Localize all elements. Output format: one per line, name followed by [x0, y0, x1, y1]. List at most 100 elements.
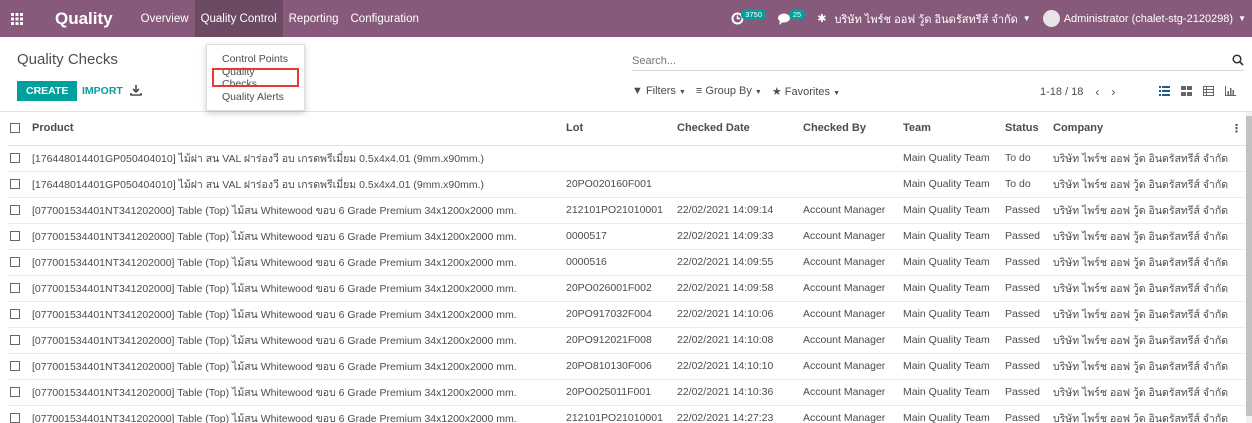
cell-lot: 0000517 [566, 222, 677, 249]
list-view-icon[interactable] [1153, 81, 1175, 101]
search-input[interactable] [632, 49, 1212, 67]
import-button[interactable]: IMPORT [82, 81, 123, 101]
filters-label: Filters [645, 85, 676, 97]
table-row[interactable]: [077001534401NT341202000] Table (Top) ไม… [8, 378, 1248, 405]
scrollbar-thumb[interactable] [1246, 116, 1252, 416]
search-icon[interactable] [1232, 54, 1244, 66]
column-header-team[interactable]: Team [903, 112, 1005, 146]
table-row[interactable]: [077001534401NT341202000] Table (Top) ไม… [8, 248, 1248, 275]
cell-product: [176448014401GP050404010] ไม้ฝา สน VAL ฝ… [32, 144, 566, 171]
row-checkbox[interactable] [8, 170, 32, 197]
cell-lot: 212101PO21010001 [566, 404, 677, 423]
dropdown-item-quality-checks[interactable]: Quality Checks [212, 66, 299, 90]
caret-down-icon: ▼ [833, 90, 841, 97]
cell-lot: 20PO025011F001 [566, 378, 677, 405]
table-row[interactable]: [077001534401NT341202000] Table (Top) ไม… [8, 352, 1248, 379]
groupby-icon: ≡ [695, 85, 703, 97]
column-header-product[interactable]: Product [32, 112, 566, 146]
cell-team: Main Quality Team [903, 170, 1005, 197]
pager-next-icon[interactable]: › [1111, 85, 1115, 99]
cell-product: [077001534401NT341202000] Table (Top) ไม… [32, 300, 566, 327]
table-body: [176448014401GP050404010] ไม้ฝา สน VAL ฝ… [8, 144, 1248, 423]
cell-checked-by [803, 144, 903, 171]
cell-company: บริษัท ไพร์ช ออฟ วู้ด อินดรัสทรีส์ จำกัด [1053, 352, 1248, 379]
cell-product: [077001534401NT341202000] Table (Top) ไม… [32, 222, 566, 249]
favorites-label: Favorites [784, 86, 831, 98]
table-row[interactable]: [077001534401NT341202000] Table (Top) ไม… [8, 222, 1248, 249]
row-checkbox[interactable] [8, 274, 32, 301]
row-checkbox[interactable] [8, 144, 32, 171]
column-header-company-label: Company [1053, 121, 1104, 134]
app-name[interactable]: Quality [55, 9, 113, 29]
graph-view-icon[interactable] [1219, 81, 1241, 101]
building-icon: ✱ [817, 13, 827, 25]
row-checkbox[interactable] [8, 404, 32, 423]
company-switcher[interactable]: ✱ บริษัท ไพร์ช ออฟ วู้ด อินดรัสทรีส์ จำก… [817, 10, 1030, 28]
column-header-checked-date[interactable]: Checked Date [677, 112, 803, 146]
cell-status: Passed [1005, 196, 1053, 223]
messages-button[interactable]: 25 [777, 9, 806, 25]
menu-overview[interactable]: Overview [135, 0, 195, 37]
download-icon[interactable] [130, 84, 142, 96]
caret-down-icon: ▼ [1022, 14, 1031, 23]
page-title: Quality Checks [17, 51, 118, 68]
pivot-view-icon[interactable] [1197, 81, 1219, 101]
optional-columns-icon[interactable]: ⋮ [1231, 122, 1242, 135]
pager-value[interactable]: 1-18 / 18 [1040, 86, 1083, 98]
row-checkbox[interactable] [8, 300, 32, 327]
groupby-button[interactable]: ≡ Group By ▼ [696, 85, 762, 98]
kanban-view-icon[interactable] [1175, 81, 1197, 101]
user-menu[interactable]: Administrator (chalet-stg-2120298) ▼ [1042, 10, 1246, 27]
pager-previous-icon[interactable]: ‹ [1095, 85, 1099, 99]
table-row[interactable]: [077001534401NT341202000] Table (Top) ไม… [8, 196, 1248, 223]
column-header-checked-by[interactable]: Checked By [803, 112, 903, 146]
column-header-lot[interactable]: Lot [566, 112, 677, 146]
table-row[interactable]: [077001534401NT341202000] Table (Top) ไม… [8, 326, 1248, 353]
cell-company: บริษัท ไพร์ช ออฟ วู้ด อินดรัสทรีส์ จำกัด [1053, 274, 1248, 301]
filters-button[interactable]: ▼ Filters ▼ [632, 85, 686, 98]
caret-down-icon: ▼ [1238, 14, 1246, 23]
control-panel: Quality Checks CREATE IMPORT ▼ Filters ▼… [0, 37, 1252, 112]
company-name: บริษัท ไพร์ช ออฟ วู้ด อินดรัสทรีส์ จำกัด [834, 13, 1018, 26]
row-checkbox[interactable] [8, 352, 32, 379]
table-row[interactable]: [077001534401NT341202000] Table (Top) ไม… [8, 274, 1248, 301]
cell-product: [077001534401NT341202000] Table (Top) ไม… [32, 352, 566, 379]
scrollbar[interactable] [1246, 112, 1252, 423]
cell-product: [077001534401NT341202000] Table (Top) ไม… [32, 326, 566, 353]
filter-icon: ▼ [632, 85, 643, 97]
menu-reporting[interactable]: Reporting [283, 0, 345, 37]
groupby-label: Group By [705, 85, 752, 97]
table-row[interactable]: [176448014401GP050404010] ไม้ฝา สน VAL ฝ… [8, 170, 1248, 197]
row-checkbox[interactable] [8, 326, 32, 353]
row-checkbox[interactable] [8, 378, 32, 405]
activity-button[interactable]: 3750 [731, 9, 766, 25]
column-header-company[interactable]: Company ⋮ [1053, 112, 1248, 146]
cell-lot: 0000516 [566, 248, 677, 275]
menu-quality-control[interactable]: Quality Control [194, 0, 283, 37]
cell-team: Main Quality Team [903, 144, 1005, 171]
table-row[interactable]: [077001534401NT341202000] Table (Top) ไม… [8, 300, 1248, 327]
favorites-button[interactable]: ★ Favorites ▼ [772, 85, 840, 98]
cell-status: Passed [1005, 326, 1053, 353]
cell-checked-date: 22/02/2021 14:09:58 [677, 274, 803, 301]
dropdown-item-quality-alerts[interactable]: Quality Alerts [207, 87, 304, 106]
column-header-status[interactable]: Status [1005, 112, 1053, 146]
cell-product: [176448014401GP050404010] ไม้ฝา สน VAL ฝ… [32, 170, 566, 197]
row-checkbox[interactable] [8, 248, 32, 275]
row-checkbox[interactable] [8, 222, 32, 249]
menu-configuration[interactable]: Configuration [345, 0, 425, 37]
pager: 1-18 / 18 ‹ › [1040, 85, 1115, 99]
cell-checked-by [803, 170, 903, 197]
row-checkbox[interactable] [8, 196, 32, 223]
cell-checked-date: 22/02/2021 14:09:14 [677, 196, 803, 223]
table-row[interactable]: [077001534401NT341202000] Table (Top) ไม… [8, 404, 1248, 423]
create-button[interactable]: CREATE [17, 81, 78, 101]
cell-checked-date [677, 144, 803, 171]
select-all-checkbox[interactable] [8, 112, 32, 146]
apps-menu-icon[interactable] [0, 0, 33, 37]
table-row[interactable]: [176448014401GP050404010] ไม้ฝา สน VAL ฝ… [8, 144, 1248, 171]
cell-product: [077001534401NT341202000] Table (Top) ไม… [32, 378, 566, 405]
cell-lot: 20PO020160F001 [566, 170, 677, 197]
quality-control-dropdown: Control Points Quality Checks Quality Al… [206, 44, 305, 111]
cell-company: บริษัท ไพร์ช ออฟ วู้ด อินดรัสทรีส์ จำกัด [1053, 300, 1248, 327]
